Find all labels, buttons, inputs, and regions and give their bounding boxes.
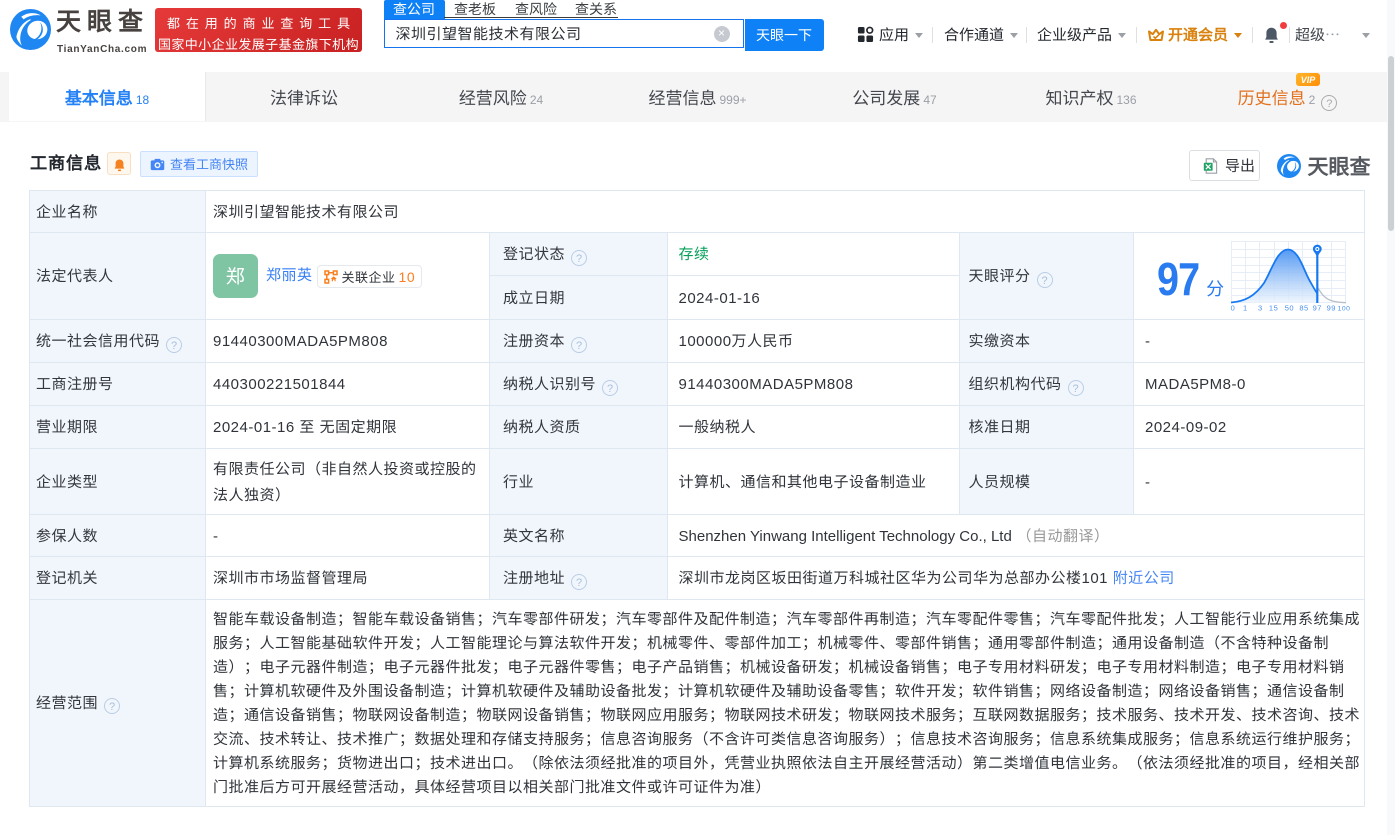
- svg-text:1: 1: [1243, 304, 1248, 313]
- svg-text:3: 3: [1258, 304, 1263, 313]
- svg-text:100: 100: [1337, 306, 1350, 313]
- svg-text:0: 0: [1230, 304, 1235, 313]
- svg-text:15: 15: [1269, 304, 1278, 313]
- svg-text:97: 97: [1312, 304, 1321, 313]
- svg-text:50: 50: [1284, 304, 1293, 313]
- svg-text:85: 85: [1299, 304, 1308, 313]
- svg-text:99: 99: [1326, 304, 1335, 313]
